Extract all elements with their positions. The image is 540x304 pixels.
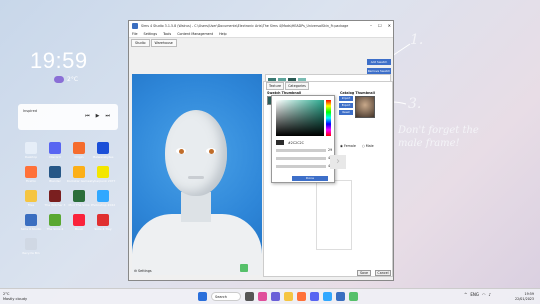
window-title: Sims 4 Studio 3.1.5.8 (Walrus) - C:\User… xyxy=(141,24,349,28)
slider-3[interactable] xyxy=(276,165,326,168)
panel-tab[interactable]: Texture xyxy=(266,82,285,90)
app-icon xyxy=(132,23,138,29)
taskbar-weather-desc: Mostly cloudy xyxy=(3,296,28,301)
catalog-thumbnail-image[interactable] xyxy=(355,96,375,118)
minimize-icon[interactable]: – xyxy=(370,23,372,28)
close-icon[interactable]: ✕ xyxy=(388,23,391,28)
taskbar-date: 22/01/2023 xyxy=(515,296,535,301)
menu-item[interactable]: Tools xyxy=(163,32,171,36)
main-tabs: Studio Warehouse xyxy=(131,39,177,47)
menu-item[interactable]: Settings xyxy=(144,32,158,36)
maximize-icon[interactable]: ☐ xyxy=(378,23,382,28)
export-button[interactable]: Export xyxy=(339,103,353,108)
taskbar-weather[interactable]: 2°C Mostly cloudy xyxy=(3,292,27,301)
sim-mouth xyxy=(188,176,204,179)
slider-2[interactable] xyxy=(276,157,326,160)
viewport-settings[interactable]: ⚙ Settings xyxy=(134,269,152,273)
sims4studio-window: Sims 4 Studio 3.1.5.8 (Walrus) - C:\User… xyxy=(128,20,394,281)
preview-box xyxy=(316,180,352,250)
system-tray: ^ ENG ◠ ♪ xyxy=(464,292,491,297)
catalog-thumbnail-label: Catalog Thumbnail xyxy=(340,91,375,95)
reset-button[interactable]: Reset xyxy=(339,110,353,115)
arrow-icon: › xyxy=(330,155,346,169)
current-color-swatch xyxy=(276,140,284,145)
cancel-button[interactable]: Cancel xyxy=(375,270,391,276)
discord-icon[interactable] xyxy=(310,292,319,301)
male-radio[interactable]: ○ Male xyxy=(362,144,374,148)
language-indicator[interactable]: ENG xyxy=(470,292,479,297)
sim-neck xyxy=(181,192,211,222)
slider-1-value[interactable]: 29 xyxy=(328,148,332,152)
panel-tab[interactable]: Categories xyxy=(285,82,309,90)
volume-icon[interactable]: ♪ xyxy=(488,292,491,297)
taskbar-search[interactable]: Search xyxy=(211,292,241,301)
male-label: Male xyxy=(365,144,374,148)
remove-swatch-button[interactable]: Remove Swatch xyxy=(367,68,391,74)
wifi-icon[interactable]: ◠ xyxy=(482,292,486,297)
chevron-up-icon[interactable]: ^ xyxy=(464,292,467,297)
sims4-icon[interactable] xyxy=(349,292,358,301)
taskbar-apps: Search xyxy=(198,292,358,301)
3d-viewport[interactable] xyxy=(132,74,262,275)
taskbar-clock[interactable]: 19:59 22/01/2023 xyxy=(515,292,534,301)
done-button[interactable]: Done xyxy=(292,176,328,181)
female-label: Female xyxy=(343,144,356,148)
plumbob-icon[interactable] xyxy=(240,264,248,272)
menu-item[interactable]: File xyxy=(132,32,138,36)
sim-left-eye xyxy=(176,148,186,154)
file-explorer-icon[interactable] xyxy=(284,292,293,301)
saturation-value-area[interactable] xyxy=(276,100,324,136)
task-view-icon[interactable] xyxy=(245,292,254,301)
menu-item[interactable]: Content Management xyxy=(177,32,213,36)
main-tab[interactable]: Studio xyxy=(131,39,150,47)
window-controls: – ☐ ✕ xyxy=(370,23,391,28)
menu-item[interactable]: Help xyxy=(219,32,227,36)
photoshop-icon[interactable] xyxy=(323,292,332,301)
female-radio[interactable]: ◉ Female xyxy=(340,144,356,148)
app-icon-2[interactable] xyxy=(271,292,280,301)
taskbar: 2°C Mostly cloudy Search ^ ENG ◠ ♪ 19:59… xyxy=(0,288,540,304)
hex-row: #2C2C2C xyxy=(276,140,304,145)
slider-1[interactable] xyxy=(276,149,326,152)
color-picker-popup: #2C2C2C 29 44 45 Done xyxy=(271,95,335,183)
hue-slider[interactable] xyxy=(326,100,331,136)
sim-head xyxy=(165,110,227,196)
sims4studio-taskbar-icon[interactable] xyxy=(336,292,345,301)
start-icon[interactable] xyxy=(198,292,207,301)
panel-tabs: Texture Categories xyxy=(266,82,309,90)
save-button[interactable]: Save xyxy=(357,270,371,276)
viewport-settings-label: Settings xyxy=(138,269,152,273)
add-swatch-button[interactable]: Add Swatch xyxy=(367,59,391,65)
menu-bar: File Settings Tools Content Management Help xyxy=(129,31,393,38)
sim-right-eye xyxy=(206,148,216,154)
import-button[interactable]: Import xyxy=(339,96,353,101)
hex-value[interactable]: #2C2C2C xyxy=(288,141,304,145)
title-bar: Sims 4 Studio 3.1.5.8 (Walrus) - C:\User… xyxy=(129,21,393,31)
app-icon-1[interactable] xyxy=(258,292,267,301)
gender-radios: ◉ Female ○ Male xyxy=(340,144,374,148)
gear-icon: ⚙ xyxy=(134,269,137,273)
firefox-icon[interactable] xyxy=(297,292,306,301)
main-tab[interactable]: Warehouse xyxy=(150,39,177,47)
